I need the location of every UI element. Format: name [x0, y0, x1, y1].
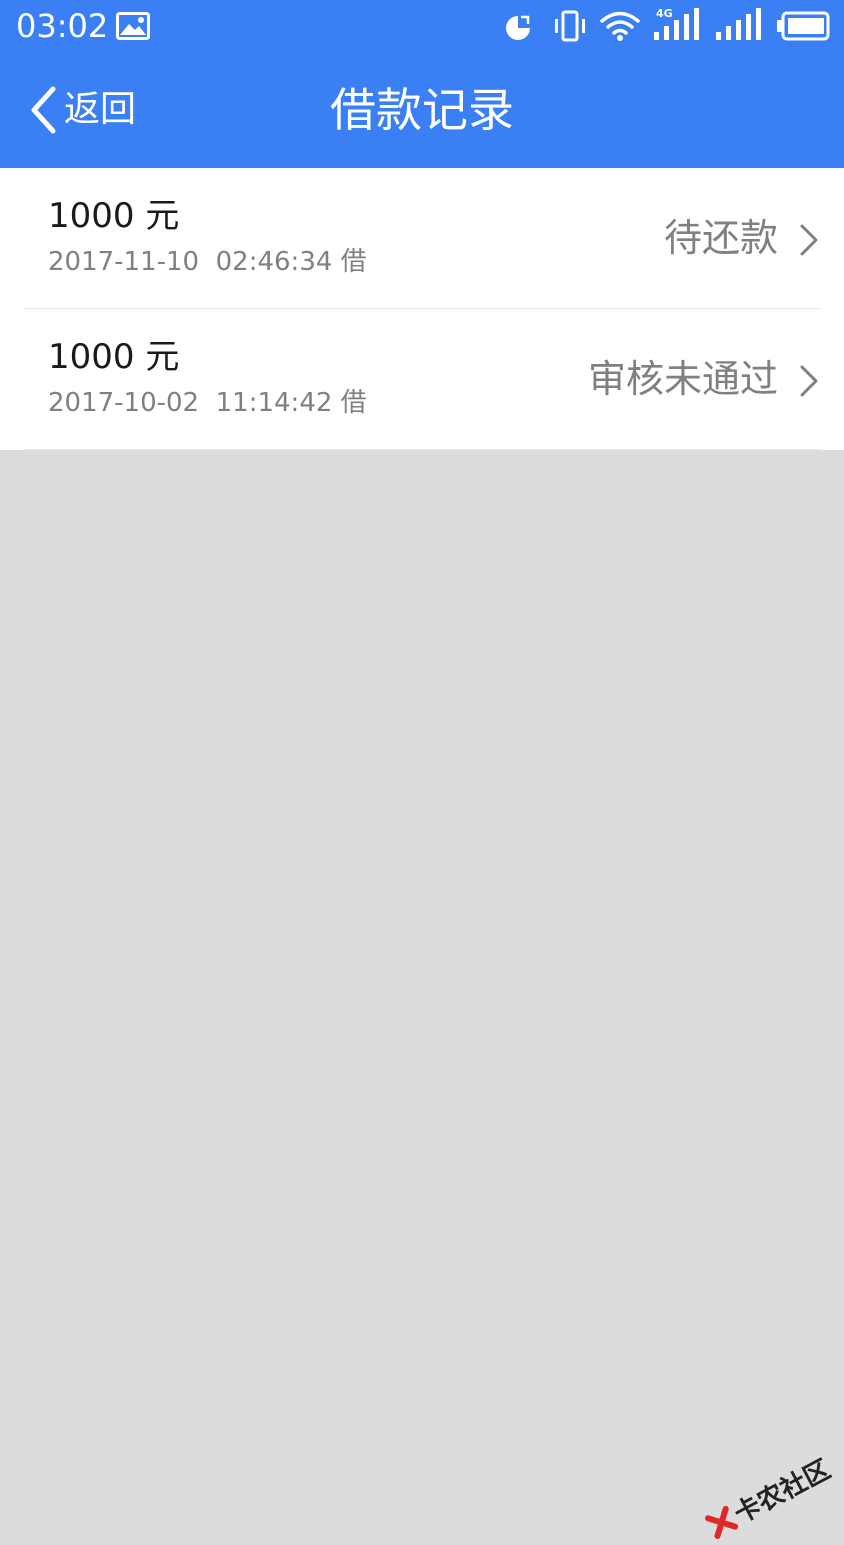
- battery-icon: [777, 11, 830, 41]
- nav-bar: 返回 借款记录: [0, 54, 844, 168]
- gallery-notification-icon: [116, 12, 150, 40]
- status-time: 03:02: [16, 7, 109, 45]
- record-status: 审核未通过: [587, 357, 778, 401]
- list-item[interactable]: 1000 元 2017-11-10 02:46:34 借 待还款: [0, 168, 844, 309]
- list-item[interactable]: 1000 元 2017-10-02 11:14:42 借 审核未通过: [0, 309, 844, 450]
- data-saver-icon: [506, 14, 532, 40]
- status-bar: 03:02 4G: [0, 0, 844, 54]
- record-timestamp: 2017-11-10 02:46:34 借: [48, 247, 367, 277]
- chevron-right-icon: [800, 365, 818, 397]
- wifi-icon: [600, 11, 640, 41]
- watermark-text: 卡农社区: [729, 1454, 836, 1530]
- record-timestamp: 2017-10-02 11:14:42 借: [48, 388, 367, 418]
- record-amount: 1000 元: [48, 337, 180, 377]
- app-header: 03:02 4G 返回 借款记录: [0, 0, 844, 168]
- loan-record-list: 1000 元 2017-11-10 02:46:34 借 待还款 1000 元 …: [0, 168, 844, 450]
- page-title: 借款记录: [330, 83, 514, 137]
- signal-icon: [716, 8, 761, 40]
- chevron-right-icon: [800, 224, 818, 256]
- signal-4g-icon: 4G: [652, 8, 700, 42]
- watermark: 卡农社区: [700, 1449, 836, 1545]
- record-amount: 1000 元: [48, 196, 180, 236]
- record-status: 待还款: [663, 216, 778, 260]
- vibrate-icon: [555, 10, 585, 42]
